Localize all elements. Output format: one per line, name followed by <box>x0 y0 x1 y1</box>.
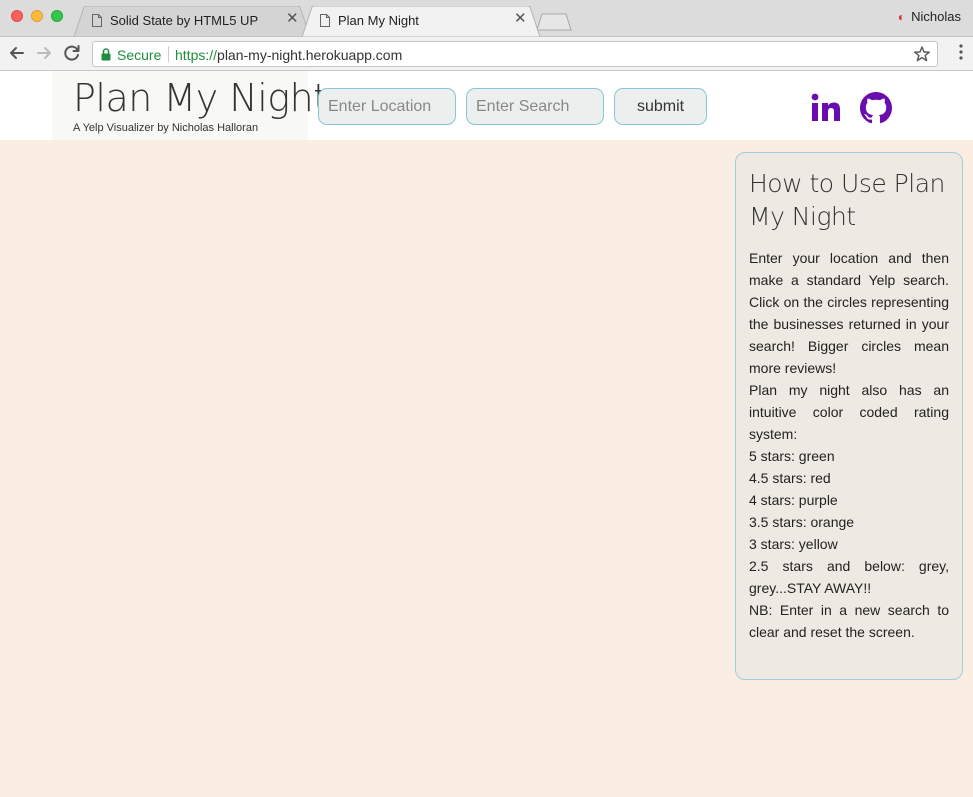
info-line: NB: Enter in a new search to clear and r… <box>749 602 949 640</box>
close-window-button[interactable] <box>11 10 23 22</box>
location-input[interactable] <box>318 88 456 125</box>
profile-button[interactable]: ◐ Nicholas <box>898 9 961 24</box>
forward-arrow-icon[interactable] <box>33 42 55 64</box>
info-line: 3.5 stars: orange <box>749 514 855 530</box>
lock-icon <box>101 48 111 61</box>
info-title: How to Use Plan My Night <box>749 169 945 231</box>
sync-icon: ◐ <box>897 10 906 24</box>
github-icon[interactable] <box>860 92 892 124</box>
info-line: Enter your location and then make a stan… <box>749 250 949 376</box>
tab-plan-my-night[interactable]: Plan My Night ✕ <box>302 6 540 37</box>
new-tab-button[interactable] <box>536 13 572 31</box>
browser-menu-icon[interactable] <box>959 44 963 60</box>
secure-label: Secure <box>117 47 162 63</box>
how-to-use-panel: How to Use Plan My Night Enter your loca… <box>735 152 963 680</box>
browser-titlebar: Solid State by HTML5 UP ✕ Plan My Night … <box>0 0 973 37</box>
minimize-window-button[interactable] <box>31 10 43 22</box>
url-separator <box>168 46 169 62</box>
page-subtitle: A Yelp Visualizer by Nicholas Halloran <box>73 122 259 134</box>
url-scheme: https:// <box>175 47 218 63</box>
page-title: Plan My Night <box>73 76 328 120</box>
info-line: 5 stars: green <box>749 448 835 464</box>
bookmark-star-icon[interactable] <box>913 45 931 63</box>
info-text: Enter your location and then make a stan… <box>749 247 949 643</box>
url-text[interactable]: https://plan-my-night.herokuapp.com <box>175 47 402 63</box>
info-line: 3 stars: yellow <box>749 536 838 552</box>
tab-solid-state[interactable]: Solid State by HTML5 UP ✕ <box>74 6 310 37</box>
page-icon <box>92 14 102 27</box>
profile-name: Nicholas <box>911 9 961 24</box>
browser-toolbar: Secure https://plan-my-night.herokuapp.c… <box>0 37 973 71</box>
info-line: 4 stars: purple <box>749 492 838 508</box>
info-line: 4.5 stars: red <box>749 470 831 486</box>
info-line: 2.5 stars and below: grey, grey...STAY A… <box>749 558 949 596</box>
submit-button[interactable]: submit <box>614 88 707 125</box>
back-arrow-icon[interactable] <box>6 42 28 64</box>
maximize-window-button[interactable] <box>51 10 63 22</box>
tab-title: Plan My Night <box>338 13 419 28</box>
reload-icon[interactable] <box>61 42 83 64</box>
url-host: plan-my-night.herokuapp.com <box>217 47 403 63</box>
address-bar[interactable]: Secure https://plan-my-night.herokuapp.c… <box>92 41 938 67</box>
tab-title: Solid State by HTML5 UP <box>110 13 259 28</box>
info-line: Plan my night also has an intuitive colo… <box>749 382 949 442</box>
search-input[interactable] <box>466 88 604 125</box>
close-tab-icon[interactable]: ✕ <box>514 11 527 27</box>
page-icon <box>320 14 330 27</box>
close-tab-icon[interactable]: ✕ <box>286 11 299 27</box>
linkedin-icon[interactable] <box>810 92 842 124</box>
